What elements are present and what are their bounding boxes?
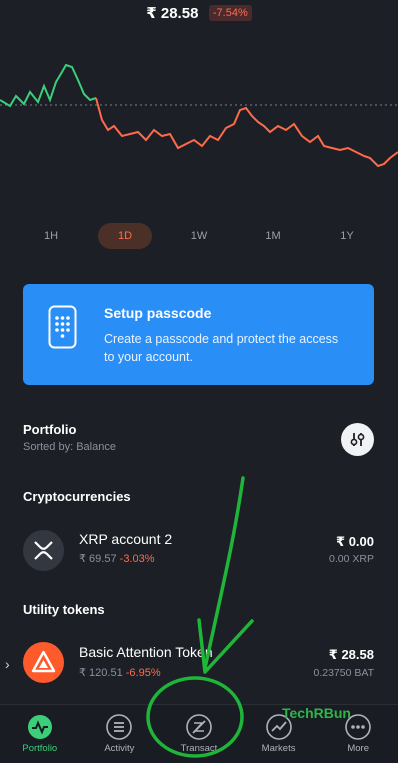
asset-unit-price: ₹ 120.51 — [79, 667, 123, 679]
asset-price-row: ₹ 120.51 -6.95% — [79, 666, 161, 679]
price-change-badge: -7.54% — [208, 5, 252, 21]
watermark-text: TechRBun — [282, 705, 351, 721]
asset-balance-amount: 0.00 XRP — [329, 553, 374, 565]
nav-markets-label: Markets — [261, 743, 296, 754]
nav-portfolio[interactable]: Portfolio — [0, 705, 80, 763]
period-1d[interactable]: 1D — [98, 223, 152, 249]
chevron-right-icon: › — [5, 656, 10, 672]
passcode-title: Setup passcode — [104, 305, 212, 321]
list-icon — [106, 714, 133, 740]
cryptocurrencies-section-title: Cryptocurrencies — [23, 489, 131, 504]
asset-price-change: -6.95% — [125, 667, 161, 679]
utility-tokens-section-title: Utility tokens — [23, 602, 105, 617]
period-1w[interactable]: 1W — [172, 223, 226, 249]
asset-name: XRP account 2 — [79, 531, 173, 547]
nav-transact-label: Transact — [180, 743, 218, 754]
portfolio-title: Portfolio — [23, 422, 77, 437]
transact-icon — [186, 714, 212, 740]
bat-icon — [23, 642, 64, 683]
time-period-selector: 1H 1D 1W 1M 1Y — [0, 222, 398, 250]
xrp-icon — [23, 530, 64, 571]
asset-name: Basic Attention Token — [79, 644, 213, 660]
asset-balance-value: ₹ 28.58 — [328, 647, 374, 662]
passcode-description: Create a passcode and protect the access… — [104, 332, 339, 364]
asset-price-change: -3.03% — [119, 553, 155, 565]
asset-unit-price: ₹ 69.57 — [79, 553, 117, 565]
period-1h[interactable]: 1H — [24, 223, 78, 249]
nav-transact[interactable]: Transact — [159, 705, 239, 763]
nav-portfolio-label: Portfolio — [22, 743, 58, 754]
nav-activity[interactable]: Activity — [80, 705, 160, 763]
nav-more-label: More — [347, 743, 369, 754]
price-chart[interactable] — [0, 58, 398, 182]
setup-passcode-card[interactable]: Setup passcode Create a passcode and pro… — [23, 284, 374, 385]
nav-activity-label: Activity — [104, 743, 135, 754]
period-1m[interactable]: 1M — [246, 223, 300, 249]
sorted-by-label: Sorted by: Balance — [23, 441, 116, 453]
portfolio-chart-icon — [27, 715, 52, 739]
price-header: ₹ 28.58 -7.54% — [0, 4, 398, 26]
asset-price-row: ₹ 69.57 -3.03% — [79, 552, 155, 565]
period-1y[interactable]: 1Y — [320, 223, 374, 249]
annotation-arrow-icon — [197, 476, 254, 674]
phone-keypad-icon — [48, 305, 77, 349]
current-price: ₹ 28.58 — [146, 5, 199, 22]
sliders-icon — [350, 433, 365, 446]
asset-balance-amount: 0.23750 BAT — [313, 667, 374, 679]
filter-button[interactable] — [341, 423, 374, 456]
asset-balance-value: ₹ 0.00 — [336, 534, 374, 549]
